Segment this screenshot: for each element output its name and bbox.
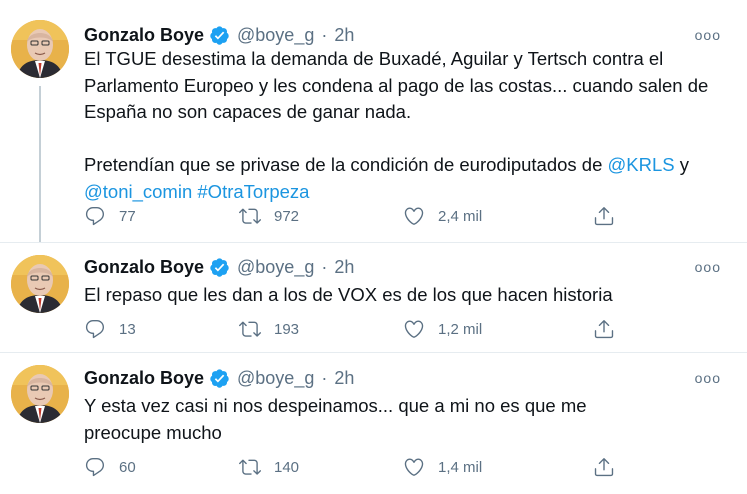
- timestamp[interactable]: 2h: [334, 24, 354, 46]
- author-handle[interactable]: @boye_g: [237, 367, 314, 389]
- heart-icon: [404, 207, 424, 225]
- reply-icon: [85, 320, 105, 339]
- tweet-actions: 60 140 1,4 mil: [84, 456, 624, 478]
- tweet-text: El TGUE desestima la demanda de Buxadé, …: [84, 46, 724, 205]
- reply-count: 77: [119, 207, 136, 225]
- author-name[interactable]: Gonzalo Boye: [84, 24, 204, 46]
- author-handle[interactable]: @boye_g: [237, 24, 314, 46]
- tweet-paragraph: Y esta vez casi ni nos despeinamos... qu…: [84, 395, 587, 443]
- thread-line: [39, 86, 41, 242]
- tweet-actions: 13 193 1,2 mil: [84, 318, 624, 340]
- retweet-button[interactable]: 193: [239, 318, 403, 340]
- timestamp[interactable]: 2h: [334, 256, 354, 278]
- share-button[interactable]: [593, 205, 615, 227]
- hashtag-link[interactable]: #OtraTorpeza: [197, 181, 309, 202]
- share-button[interactable]: [593, 318, 615, 340]
- author-handle[interactable]: @boye_g: [237, 256, 314, 278]
- verified-badge-icon: [209, 25, 230, 46]
- tweet-header: Gonzalo Boye @boye_g · 2h: [84, 256, 354, 278]
- reply-count: 13: [119, 320, 136, 338]
- reply-button[interactable]: 77: [84, 205, 239, 227]
- timestamp[interactable]: 2h: [334, 367, 354, 389]
- tweet-paragraph: El repaso que les dan a los de VOX es de…: [84, 284, 613, 305]
- tweet-3[interactable]: Gonzalo Boye @boye_g · 2h ooo Y esta vez…: [0, 352, 747, 494]
- tweet-thread: Gonzalo Boye @boye_g · 2h ooo El TGUE de…: [0, 0, 747, 493]
- retweet-button[interactable]: 972: [239, 205, 403, 227]
- heart-icon: [404, 320, 424, 338]
- retweet-button[interactable]: 140: [239, 456, 403, 478]
- separator-dot: ·: [321, 368, 328, 388]
- avatar[interactable]: [11, 365, 69, 423]
- retweet-icon: [239, 321, 261, 337]
- mention-link[interactable]: @KRLS: [608, 154, 675, 175]
- tweet-actions: 77 972 2,4 mil: [84, 205, 624, 227]
- author-name[interactable]: Gonzalo Boye: [84, 256, 204, 278]
- like-count: 1,2 mil: [438, 320, 483, 338]
- more-options-icon[interactable]: ooo: [695, 370, 721, 386]
- retweet-count: 193: [274, 320, 300, 338]
- share-icon: [594, 207, 614, 226]
- separator-dot: ·: [321, 25, 328, 45]
- like-button[interactable]: 2,4 mil: [403, 205, 593, 227]
- tweet-header: Gonzalo Boye @boye_g · 2h: [84, 367, 354, 389]
- reply-icon: [85, 458, 105, 477]
- like-count: 1,4 mil: [438, 458, 483, 476]
- avatar[interactable]: [11, 20, 69, 78]
- tweet-text: El repaso que les dan a los de VOX es de…: [84, 282, 724, 309]
- reply-button[interactable]: 60: [84, 456, 239, 478]
- retweet-icon: [239, 208, 261, 224]
- tweet-2[interactable]: Gonzalo Boye @boye_g · 2h ooo El repaso …: [0, 242, 747, 353]
- heart-icon: [404, 458, 424, 476]
- share-button[interactable]: [593, 456, 615, 478]
- verified-badge-icon: [209, 368, 230, 389]
- reply-icon: [85, 207, 105, 226]
- retweet-count: 972: [274, 207, 300, 225]
- tweet-1[interactable]: Gonzalo Boye @boye_g · 2h ooo El TGUE de…: [0, 0, 747, 242]
- more-options-icon[interactable]: ooo: [695, 259, 721, 275]
- like-button[interactable]: 1,4 mil: [403, 456, 593, 478]
- mention-link[interactable]: @toni_comin: [84, 181, 192, 202]
- like-button[interactable]: 1,2 mil: [403, 318, 593, 340]
- reply-count: 60: [119, 458, 136, 476]
- separator-dot: ·: [321, 257, 328, 277]
- like-count: 2,4 mil: [438, 207, 483, 225]
- share-icon: [594, 320, 614, 339]
- retweet-count: 140: [274, 458, 300, 476]
- author-name[interactable]: Gonzalo Boye: [84, 367, 204, 389]
- tweet-paragraph: El TGUE desestima la demanda de Buxadé, …: [84, 48, 709, 122]
- tweet-text-segment: y: [674, 154, 690, 175]
- tweet-text-segment: Pretendían que se privase de la condició…: [84, 154, 608, 175]
- verified-badge-icon: [209, 257, 230, 278]
- tweet-paragraph: Pretendían que se privase de la condició…: [84, 152, 724, 205]
- retweet-icon: [239, 459, 261, 475]
- tweet-header: Gonzalo Boye @boye_g · 2h: [84, 24, 354, 46]
- more-options-icon[interactable]: ooo: [695, 27, 721, 43]
- tweet-text: Y esta vez casi ni nos despeinamos... qu…: [84, 393, 664, 446]
- reply-button[interactable]: 13: [84, 318, 239, 340]
- share-icon: [594, 458, 614, 477]
- avatar[interactable]: [11, 255, 69, 313]
